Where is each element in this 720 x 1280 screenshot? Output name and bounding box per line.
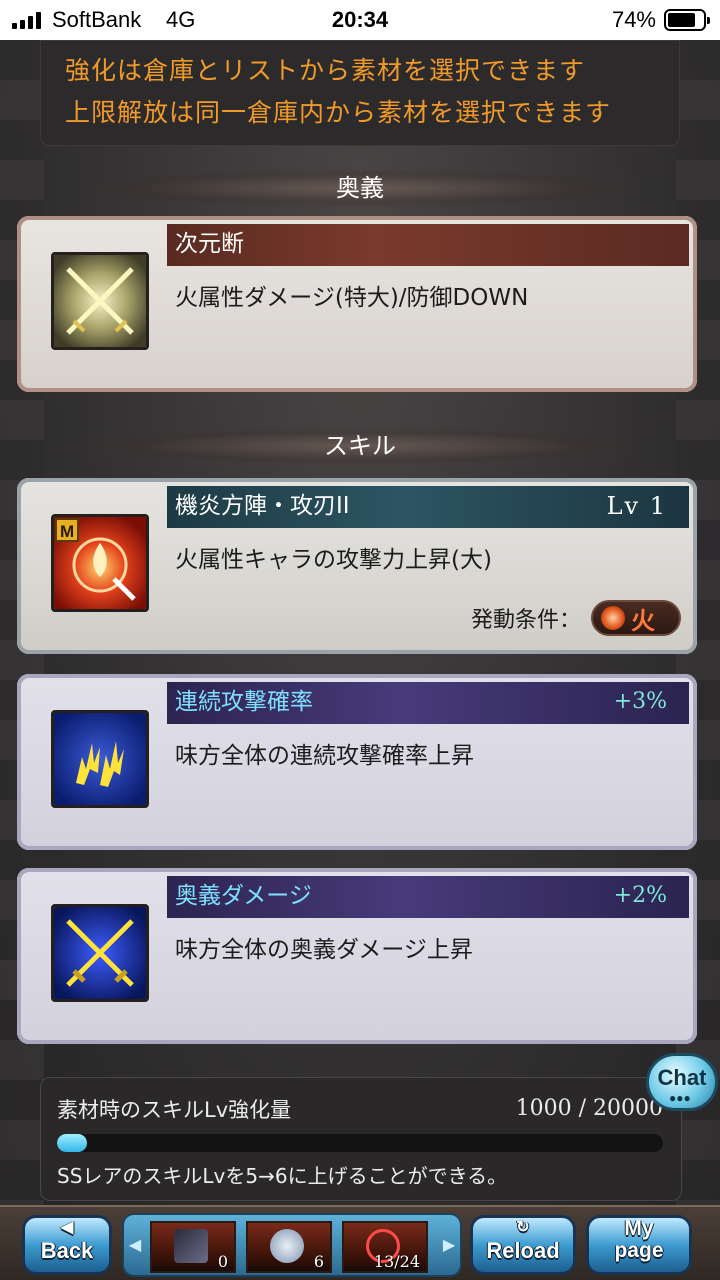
reload-icon: ↻: [516, 1219, 530, 1236]
material-progress-bar: [57, 1134, 663, 1152]
item-thumb-icon: [174, 1229, 208, 1263]
chat-button[interactable]: Chat ●●●: [646, 1053, 718, 1111]
info-line-uncap: 上限解放は同一倉庫内から素材を選択できます: [65, 98, 612, 127]
battery-icon: [664, 9, 710, 31]
skill-badge: M: [60, 522, 74, 541]
activation-condition: 発動条件： 火: [471, 600, 681, 636]
triple-strike-icon: [51, 710, 149, 808]
crossed-swords-blue-icon: [51, 904, 149, 1002]
skill-description: 火属性キャラの攻撃力上昇(大): [175, 547, 492, 573]
ougi-name: 次元断: [175, 231, 244, 257]
ougi-name-band: 次元断: [167, 224, 689, 266]
back-arrow-icon: ◀: [60, 1219, 74, 1236]
ougi-description: 火属性ダメージ(特大)/防御DOWN: [175, 285, 529, 311]
strip-left-arrow-icon[interactable]: ◀: [128, 1233, 142, 1257]
bonus-card-ougi-damage: 奥義ダメージ +2% 味方全体の奥義ダメージ上昇: [17, 868, 697, 1044]
section-header-ougi: 奥義: [80, 170, 640, 206]
info-box: 強化は倉庫とリストから素材を選択できます 上限解放は同一倉庫内から素材を選択でき…: [40, 40, 680, 146]
bonus-value: +3%: [613, 689, 667, 714]
material-label: 素材時のスキルLv強化量: [57, 1098, 292, 1122]
material-progress-fill: [57, 1134, 88, 1152]
back-label: Back: [40, 1238, 94, 1263]
bonus-card-multiattack: 連続攻撃確率 +3% 味方全体の連続攻撃確率上昇: [17, 674, 697, 850]
item-count: 6: [313, 1252, 324, 1271]
element-name: 火: [631, 606, 655, 635]
bonus-name-band: 連続攻撃確率 +3%: [167, 682, 689, 724]
item-strip: ◀ 0 6 13/24 ▶: [122, 1213, 462, 1277]
skill-level: Lv 1: [606, 492, 667, 520]
bonus-name: 奥義ダメージ: [175, 883, 312, 909]
mypage-button[interactable]: My page: [586, 1215, 692, 1275]
back-button[interactable]: ◀ Back: [22, 1215, 112, 1275]
chat-dots-icon: ●●●: [669, 1091, 691, 1105]
status-bar: SoftBank 4G 20:34 74%: [0, 0, 720, 40]
mypage-label-1: My: [624, 1217, 654, 1240]
reload-label: Reload: [486, 1238, 560, 1263]
fire-element-icon: [601, 606, 625, 630]
section-header-skill: スキル: [80, 428, 640, 464]
chat-label: Chat: [657, 1065, 707, 1090]
mypage-label-2: page: [614, 1239, 664, 1262]
bonus-name: 連続攻撃確率: [175, 689, 313, 715]
bonus-description: 味方全体の奥義ダメージ上昇: [175, 937, 473, 963]
bonus-name-band: 奥義ダメージ +2%: [167, 876, 689, 918]
bonus-description: 味方全体の連続攻撃確率上昇: [175, 743, 474, 769]
ougi-card: 次元断 火属性ダメージ(特大)/防御DOWN: [17, 216, 697, 392]
crossed-swords-icon: [51, 252, 149, 350]
item-slot[interactable]: 6: [246, 1221, 332, 1273]
material-note: SSレアのスキルLvを5→6に上げることができる。: [57, 1164, 508, 1188]
element-badge: 火: [591, 600, 681, 636]
item-count: 13/24: [373, 1252, 420, 1271]
battery-percent: 74%: [611, 7, 656, 32]
item-slot[interactable]: 0: [150, 1221, 236, 1273]
activation-label: 発動条件：: [470, 608, 581, 633]
skill-name: 機炎方陣・攻刃II: [175, 493, 350, 519]
fire-sword-skill-icon: M: [51, 514, 149, 612]
strip-right-arrow-icon[interactable]: ▶: [442, 1233, 456, 1257]
skill-name-band: 機炎方陣・攻刃II Lv 1: [167, 486, 689, 528]
bonus-value: +2%: [613, 883, 667, 908]
item-thumb-icon: [270, 1229, 304, 1263]
info-line-enhance: 強化は倉庫とリストから素材を選択できます: [65, 56, 586, 85]
bottom-nav: ◀ Back ◀ 0 6 13/24 ▶ ↻ Reload My page: [0, 1205, 720, 1280]
item-count: 0: [217, 1252, 228, 1271]
skill-card: 機炎方陣・攻刃II Lv 1 M 火属性キャラの攻撃力上昇(大) 発動条件： 火: [17, 478, 697, 654]
item-slot[interactable]: 13/24: [342, 1221, 428, 1273]
material-panel: 素材時のスキルLv強化量 1000 / 20000 SSレアのスキルLvを5→6…: [40, 1077, 682, 1201]
reload-button[interactable]: ↻ Reload: [470, 1215, 576, 1275]
material-value: 1000 / 20000: [515, 1096, 663, 1121]
